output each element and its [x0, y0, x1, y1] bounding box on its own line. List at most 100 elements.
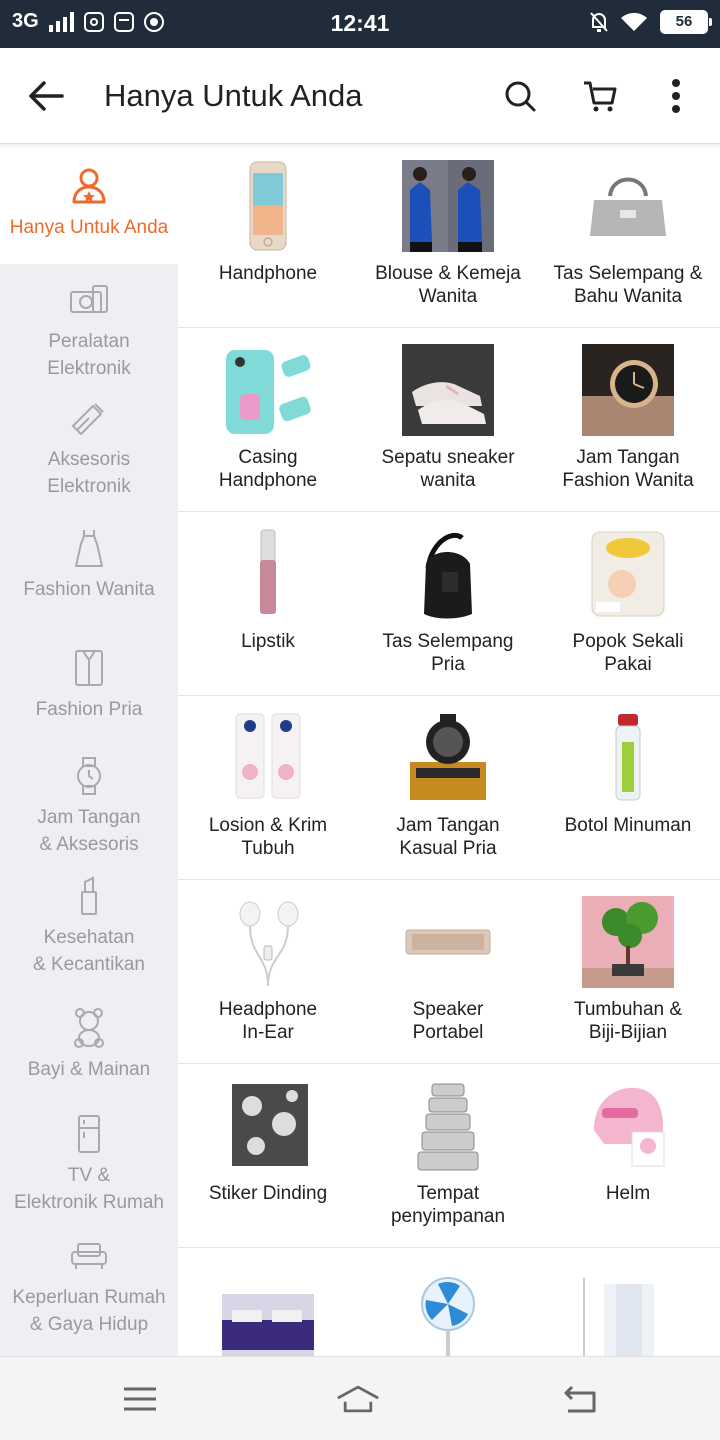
system-nav-bar: [0, 1356, 720, 1440]
category-item[interactable]: Stiker Dinding: [178, 1064, 358, 1248]
battery-indicator: 56: [660, 10, 712, 34]
category-label: Casing Handphone: [218, 447, 318, 491]
category-item[interactable]: Jam Tangan Fashion Wanita: [538, 328, 718, 512]
return-icon: [564, 1385, 596, 1413]
category-item[interactable]: Casing Handphone: [178, 328, 358, 512]
mens-watch-image: [402, 712, 494, 804]
category-item[interactable]: [358, 1248, 538, 1356]
sidebar-item-label: Aksesoris Elektronik: [47, 449, 131, 497]
category-item[interactable]: Blouse & Kemeja Wanita: [358, 144, 538, 328]
sidebar-item-fashion-pria[interactable]: Fashion Pria: [0, 648, 178, 723]
sidebar-item-kesehatan-kecantikan[interactable]: Kesehatan & Kecantikan: [0, 876, 178, 978]
sneaker-image: [402, 344, 494, 436]
category-label: Jam Tangan Fashion Wanita: [562, 447, 694, 491]
sidebar-item-label: Fashion Wanita: [23, 579, 155, 600]
earphone-image: [222, 896, 314, 988]
category-item[interactable]: Popok Sekali Pakai: [538, 512, 718, 696]
category-item[interactable]: Sepatu sneaker wanita: [358, 328, 538, 512]
category-label: Helm: [605, 1183, 651, 1204]
category-item[interactable]: Tas Selempang & Bahu Wanita: [538, 144, 718, 328]
sidebar-item-label: Bayi & Mainan: [27, 1059, 151, 1080]
diaper-image: [582, 528, 674, 620]
category-label: Botol Minuman: [564, 815, 692, 836]
category-item[interactable]: Jam Tangan Kasual Pria: [358, 696, 538, 880]
category-label: Stiker Dinding: [208, 1183, 328, 1204]
category-label: Headphone In-Ear: [218, 999, 318, 1043]
lipstick-image: [222, 528, 314, 620]
category-item[interactable]: Helm: [538, 1064, 718, 1248]
speaker-image: [402, 896, 494, 988]
category-item[interactable]: Headphone In-Ear: [178, 880, 358, 1064]
back-button[interactable]: [22, 72, 70, 120]
category-label: Jam Tangan Kasual Pria: [396, 815, 500, 859]
back-nav-button[interactable]: [558, 1377, 602, 1421]
sofa-icon: [69, 1236, 109, 1276]
user-star-icon: [69, 166, 109, 206]
more-vert-icon: [672, 79, 680, 113]
category-label: Speaker Portabel: [412, 999, 484, 1043]
search-icon: [505, 81, 536, 112]
category-item[interactable]: Speaker Portabel: [358, 880, 538, 1064]
bonsai-image: [582, 896, 674, 988]
menu-nav-button[interactable]: [118, 1377, 162, 1421]
category-label: Blouse & Kemeja Wanita: [375, 263, 521, 307]
category-item[interactable]: [178, 1248, 358, 1356]
sidebar-item-hanya-untuk-anda[interactable]: Hanya Untuk Anda: [0, 144, 178, 264]
ladies-watch-image: [582, 344, 674, 436]
bedsheet-image: [222, 1264, 314, 1356]
shirt-icon: [69, 648, 109, 688]
category-item[interactable]: Tas Selempang Pria: [358, 512, 538, 696]
status-bar: 3G 12:41 56: [0, 0, 720, 48]
fridge-icon: [69, 1114, 109, 1154]
sidebar-item-aksesoris-elektronik[interactable]: Aksesoris Elektronik: [0, 398, 178, 500]
category-label: Lipstik: [241, 631, 295, 652]
watch-icon: [69, 756, 109, 796]
category-item[interactable]: Botol Minuman: [538, 696, 718, 880]
containers-image: [402, 1080, 494, 1172]
menu-icon: [124, 1387, 156, 1411]
wall-sticker-image: [222, 1080, 314, 1172]
curtain-image: [582, 1264, 674, 1356]
helmet-image: [582, 1080, 674, 1172]
sidebar-item-jam-tangan[interactable]: Jam Tangan & Aksesoris: [0, 756, 178, 858]
lotion-image: [222, 712, 314, 804]
category-item[interactable]: Handphone: [178, 144, 358, 328]
category-sidebar: Hanya Untuk Anda Peralatan Elektronik Ak…: [0, 144, 178, 1356]
more-options-button[interactable]: [652, 72, 700, 120]
sidebar-item-keperluan-rumah[interactable]: Keperluan Rumah & Gaya Hidup: [0, 1236, 178, 1338]
sidebar-item-fashion-wanita[interactable]: Fashion Wanita: [0, 528, 178, 603]
wifi-icon: [620, 11, 648, 33]
category-item[interactable]: Lipstik: [178, 512, 358, 696]
category-item[interactable]: Losion & Krim Tubuh: [178, 696, 358, 880]
bottle-image: [582, 712, 674, 804]
usb-icon: [69, 398, 109, 438]
home-nav-button[interactable]: [336, 1377, 380, 1421]
sidebar-item-tv-elektronik-rumah[interactable]: TV & Elektronik Rumah: [0, 1114, 178, 1216]
handbag-image: [582, 160, 674, 252]
page-title: Hanya Untuk Anda: [104, 78, 363, 113]
category-label: Tas Selempang & Bahu Wanita: [553, 263, 703, 307]
cart-button[interactable]: [576, 72, 624, 120]
sidebar-item-label: Fashion Pria: [35, 699, 143, 720]
category-label: Losion & Krim Tubuh: [208, 815, 328, 859]
sidebar-item-label: Keperluan Rumah & Gaya Hidup: [12, 1287, 166, 1335]
sidebar-item-peralatan-elektronik[interactable]: Peralatan Elektronik: [0, 280, 178, 382]
search-button[interactable]: [496, 72, 544, 120]
sidebar-item-label: Jam Tangan & Aksesoris: [37, 807, 141, 855]
category-item[interactable]: [538, 1248, 718, 1356]
sidebar-item-bayi-mainan[interactable]: Bayi & Mainan: [0, 1008, 178, 1083]
category-item[interactable]: Tempat penyimpanan: [358, 1064, 538, 1248]
category-label: Tumbuhan & Biji-Bijian: [573, 999, 683, 1043]
home-icon: [337, 1385, 379, 1413]
blouse-image: [402, 160, 494, 252]
camera-icon: [69, 280, 109, 320]
dress-icon: [69, 528, 109, 568]
category-item[interactable]: Tumbuhan & Biji-Bijian: [538, 880, 718, 1064]
category-label: Sepatu sneaker wanita: [381, 447, 515, 491]
category-label: Tempat penyimpanan: [390, 1183, 506, 1227]
sidebar-item-label: TV & Elektronik Rumah: [14, 1165, 164, 1213]
arrow-left-icon: [29, 81, 64, 111]
mute-bell-icon: [590, 11, 608, 33]
category-label: Tas Selempang Pria: [382, 631, 514, 675]
teddy-bear-icon: [69, 1008, 109, 1048]
